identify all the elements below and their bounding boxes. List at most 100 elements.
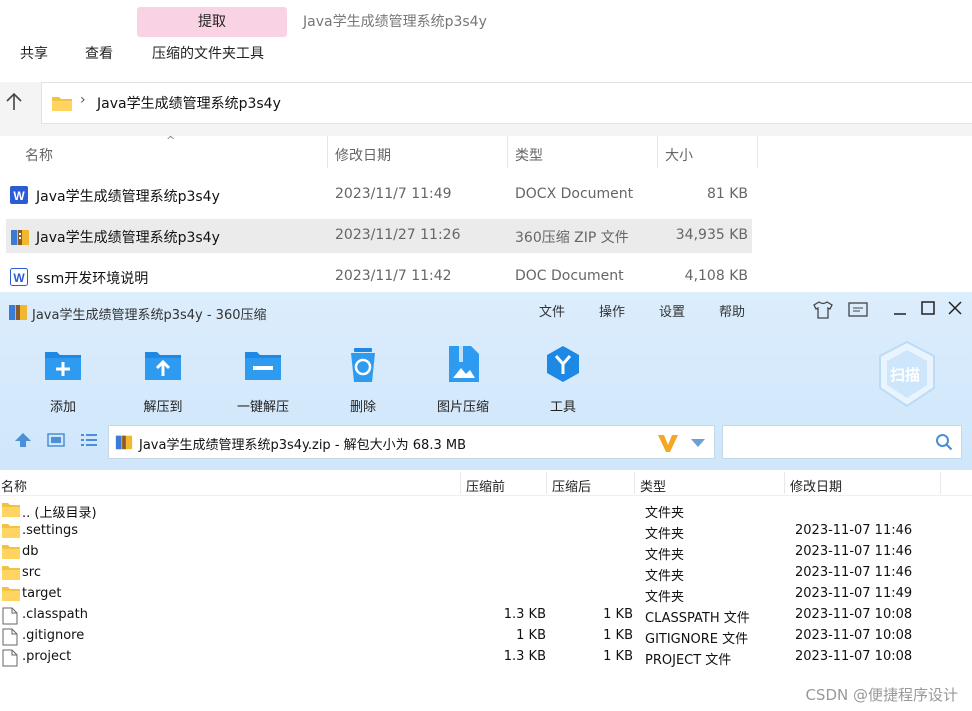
column-date[interactable]: 修改日期 [335, 145, 391, 165]
zip-window-title: Java学生成绩管理系统p3s4y - 360压缩 [32, 308, 267, 323]
zip-app-icon [9, 305, 27, 320]
folder-icon [52, 97, 72, 111]
word-docx-icon: W [10, 186, 28, 204]
zip-entry-row[interactable]: target 文件夹 2023-11-07 11:49 [0, 584, 972, 605]
menu-view[interactable]: 查看 [85, 43, 113, 63]
entry-date: 2023-11-07 11:46 [795, 523, 913, 538]
entry-name: db [22, 544, 39, 559]
scan-button[interactable]: 扫描 [876, 340, 938, 408]
extract-tab[interactable]: 提取 [137, 7, 287, 37]
file-size: 34,935 KB [675, 227, 748, 243]
column-name[interactable]: 名称 [25, 145, 53, 165]
search-icon[interactable] [935, 433, 953, 451]
one-click-extract-icon [245, 352, 281, 380]
file-row-selected[interactable]: Java学生成绩管理系统p3s4y 2023/11/27 11:26 360压缩… [6, 219, 752, 253]
entry-size-before: 1.3 KB [503, 607, 546, 622]
zip-search-input[interactable] [722, 425, 962, 459]
delete-button[interactable]: 删除 [323, 344, 403, 415]
entry-date: 2023-11-07 10:08 [795, 628, 913, 643]
zip-entry-row[interactable]: src 文件夹 2023-11-07 11:46 [0, 563, 972, 584]
zip-entry-row[interactable]: .. (上级目录) 文件夹 [0, 500, 972, 521]
folder-icon [2, 502, 20, 521]
extract-to-button[interactable]: 解压到 [123, 344, 203, 415]
file-name: Java学生成绩管理系统p3s4y [36, 230, 220, 246]
entry-date: 2023-11-07 11:46 [795, 544, 913, 559]
skin-shirt-icon[interactable] [813, 301, 833, 319]
file-date: 2023/11/7 11:42 [335, 268, 452, 284]
column-before[interactable]: 压缩前 [466, 476, 505, 495]
menu-compressed-folder-tools[interactable]: 压缩的文件夹工具 [152, 43, 264, 63]
column-date[interactable]: 修改日期 [790, 476, 842, 495]
tool-label: 一键解压 [236, 400, 289, 415]
view-large-icon[interactable] [47, 432, 65, 448]
dropdown-arrow-icon[interactable] [691, 439, 705, 447]
folder-icon [2, 544, 20, 563]
file-icon [2, 649, 18, 671]
entry-type: PROJECT 文件 [645, 653, 732, 668]
close-icon[interactable] [948, 301, 962, 315]
entry-type: 文件夹 [645, 548, 685, 563]
add-button[interactable]: 添加 [23, 344, 103, 415]
image-compress-button[interactable]: 图片压缩 [423, 344, 503, 415]
menu-share[interactable]: 共享 [20, 43, 48, 63]
feedback-icon[interactable] [848, 302, 868, 318]
folder-icon [2, 565, 20, 584]
up-arrow-icon[interactable] [5, 92, 23, 112]
entry-date: 2023-11-07 11:49 [795, 586, 913, 601]
entry-type: 文件夹 [645, 506, 685, 521]
entry-type: CLASSPATH 文件 [645, 611, 750, 626]
menu-settings[interactable]: 设置 [659, 301, 685, 320]
chevron-right-icon: › [80, 92, 86, 108]
tool-label: 删除 [349, 400, 376, 415]
file-type: DOC Document [515, 268, 624, 284]
entry-size-after: 1 KB [603, 607, 633, 622]
zip-entry-row[interactable]: .project 1.3 KB 1 KB PROJECT 文件 2023-11-07 1… [0, 647, 972, 668]
minimize-icon[interactable] [893, 304, 907, 316]
zip-entry-row[interactable]: .classpath 1.3 KB 1 KB CLASSPATH 文件 2023-11-… [0, 605, 972, 626]
column-type[interactable]: 类型 [515, 145, 543, 165]
entry-size-before: 1 KB [516, 628, 546, 643]
address-bar[interactable]: › Java学生成绩管理系统p3s4y [41, 82, 972, 124]
window-title: Java学生成绩管理系统p3s4y [303, 14, 487, 30]
column-name[interactable]: 名称 [1, 476, 27, 495]
zip-address-text: Java学生成绩管理系统p3s4y.zip - 解包大小为 68.3 MB [139, 438, 466, 453]
entry-date: 2023-11-07 10:08 [795, 607, 913, 622]
view-list-icon[interactable] [80, 432, 98, 448]
file-name: Java学生成绩管理系统p3s4y [36, 189, 220, 205]
entry-date: 2023-11-07 11:46 [795, 565, 913, 580]
zip-entry-row[interactable]: .settings 文件夹 2023-11-07 11:46 [0, 521, 972, 542]
zip-archive-icon [115, 435, 133, 450]
tool-label: 添加 [49, 400, 76, 415]
folder-icon [2, 586, 20, 605]
column-size[interactable]: 大小 [665, 145, 693, 165]
menu-operate[interactable]: 操作 [599, 301, 625, 320]
word-doc-icon: W [10, 268, 28, 286]
file-row[interactable]: W ssm开发环境说明 2023/11/7 11:42 DOC Document… [6, 260, 752, 294]
entry-type: 文件夹 [645, 527, 685, 542]
file-date: 2023/11/27 11:26 [335, 227, 461, 243]
extract-to-icon [145, 352, 181, 380]
add-icon [45, 352, 81, 380]
zip-archive-icon [11, 230, 29, 245]
entry-name: .settings [22, 523, 78, 538]
menu-file[interactable]: 文件 [539, 301, 565, 320]
zip-toolbar-area: Java学生成绩管理系统p3s4y - 360压缩 文件 操作 设置 帮助 添加… [0, 292, 972, 470]
zip-entry-row[interactable]: .gitignore 1 KB 1 KB GITIGNORE 文件 2023-11-07… [0, 626, 972, 647]
tools-button[interactable]: 工具 [523, 344, 603, 415]
entry-type: 文件夹 [645, 590, 685, 605]
menu-help[interactable]: 帮助 [719, 301, 745, 320]
entry-size-after: 1 KB [603, 649, 633, 664]
zip-address-bar[interactable]: Java学生成绩管理系统p3s4y.zip - 解包大小为 68.3 MB [108, 425, 715, 459]
address-path: Java学生成绩管理系统p3s4y [97, 96, 281, 112]
zip-entry-row[interactable]: db 文件夹 2023-11-07 11:46 [0, 542, 972, 563]
one-click-extract-button[interactable]: 一键解压 [223, 344, 303, 415]
file-name: ssm开发环境说明 [36, 271, 149, 287]
up-level-icon[interactable] [14, 432, 32, 448]
entry-name: target [22, 586, 62, 601]
file-row[interactable]: W Java学生成绩管理系统p3s4y 2023/11/7 11:49 DOCX… [6, 178, 752, 212]
sort-up-icon: ^ [166, 134, 176, 147]
tools-icon [547, 346, 579, 382]
maximize-icon[interactable] [921, 301, 935, 315]
column-after[interactable]: 压缩后 [552, 476, 591, 495]
column-type[interactable]: 类型 [640, 476, 666, 495]
